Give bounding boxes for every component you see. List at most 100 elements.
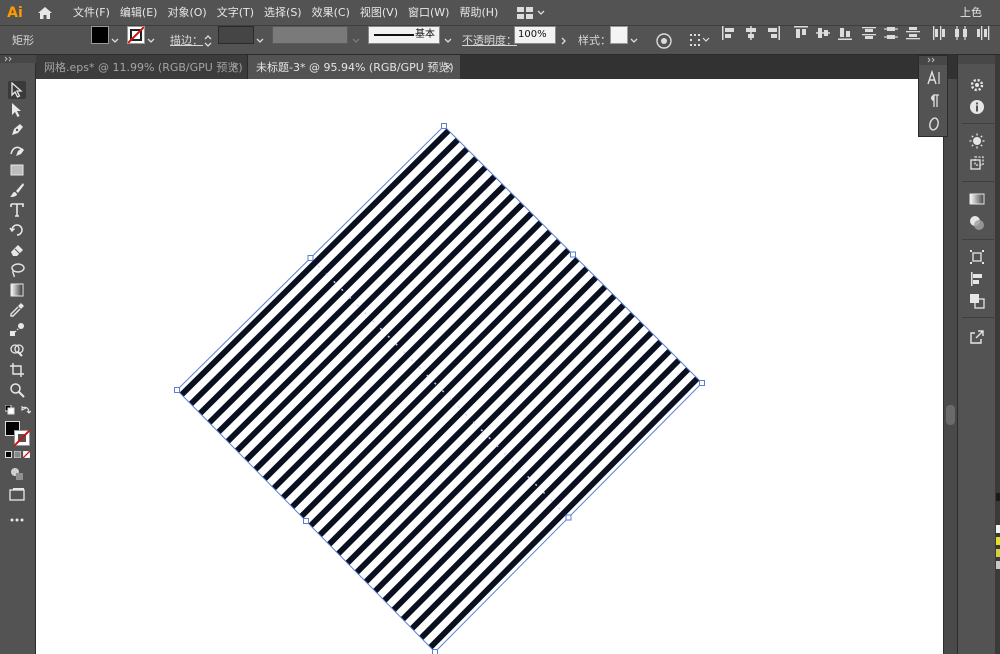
menu-window[interactable]: 窗口(W) — [403, 0, 454, 25]
transform-icon[interactable] — [967, 153, 987, 173]
type-tool[interactable] — [8, 201, 26, 219]
gradient-tool[interactable] — [8, 281, 26, 299]
workspace-switcher[interactable]: 上色 — [960, 0, 982, 25]
selection-handle[interactable] — [432, 649, 438, 654]
align-vertical-center-icon[interactable] — [816, 26, 830, 40]
none-button-icon[interactable] — [23, 451, 30, 458]
eyedropper-tool[interactable] — [8, 301, 26, 319]
screen-mode[interactable] — [8, 485, 26, 503]
pen-tool[interactable] — [8, 121, 26, 139]
artwork[interactable] — [36, 79, 943, 654]
menu-help[interactable]: 帮助(H) — [454, 0, 503, 25]
variable-width-dropdown[interactable] — [350, 26, 362, 55]
paintbrush-tool[interactable] — [8, 181, 26, 199]
tab-untitled-3[interactable]: 未标题-3* @ 95.94% (RGB/GPU 预览) × — [248, 55, 460, 79]
menu-select[interactable]: 选择(S) — [259, 0, 307, 25]
panel-grip[interactable] — [0, 55, 36, 63]
info-icon[interactable] — [967, 97, 987, 117]
align-panel-icon[interactable] — [967, 247, 987, 267]
recolor-artwork-icon[interactable] — [655, 32, 673, 50]
align-bottom-icon[interactable] — [838, 26, 852, 40]
selection-handle[interactable] — [303, 518, 309, 524]
rotate-tool[interactable] — [8, 221, 26, 239]
fill-stroke-swatch[interactable] — [5, 421, 31, 447]
scrollbar-thumb[interactable] — [946, 405, 955, 425]
align-left-icon[interactable] — [722, 26, 736, 40]
appearance-icon[interactable] — [967, 131, 987, 151]
selection-handle[interactable] — [570, 251, 576, 258]
menu-object[interactable]: 对象(O) — [162, 0, 211, 25]
layers-icon[interactable] — [967, 269, 987, 289]
home-icon[interactable] — [32, 0, 58, 25]
brush-dropdown[interactable] — [442, 26, 454, 55]
close-icon[interactable]: × — [442, 60, 454, 73]
selection-handle[interactable] — [699, 380, 705, 386]
opacity-input[interactable]: 100% — [514, 26, 556, 44]
selection-bounding-box[interactable] — [174, 123, 705, 654]
distribute-horizontal-center-icon[interactable] — [954, 26, 968, 40]
stroke-weight-stepper[interactable] — [203, 33, 215, 49]
character-icon[interactable] — [924, 68, 944, 88]
distribute-left-icon[interactable] — [932, 26, 946, 40]
stroke-dropdown[interactable] — [145, 26, 157, 55]
pathfinder-icon[interactable] — [967, 291, 987, 311]
color-button[interactable] — [5, 451, 12, 458]
selection-tool[interactable] — [8, 81, 26, 99]
blend-tool[interactable] — [8, 321, 26, 339]
menu-file[interactable]: 文件(F) — [68, 0, 115, 25]
menu-edit[interactable]: 编辑(E) — [115, 0, 163, 25]
opacity-flyout[interactable] — [558, 26, 570, 55]
stroke-weight-dropdown[interactable] — [254, 26, 266, 55]
selection-outline[interactable] — [176, 125, 703, 653]
distribute-vertical-center-icon[interactable] — [884, 26, 898, 40]
tab-grid-eps[interactable]: 网格.eps* @ 11.99% (RGB/GPU 预览) × — [36, 55, 248, 79]
distribute-bottom-icon[interactable] — [906, 26, 920, 40]
menu-effect[interactable]: 效果(C) — [307, 0, 355, 25]
menu-type[interactable]: 文字(T) — [212, 0, 259, 25]
more-tools[interactable] — [8, 511, 26, 529]
opentype-icon[interactable] — [924, 114, 944, 134]
eraser-tool[interactable] — [8, 241, 26, 259]
stroke-none-icon[interactable] — [14, 430, 30, 446]
fill-swatch[interactable] — [91, 26, 109, 44]
align-right-icon[interactable] — [766, 26, 780, 40]
direct-selection-tool[interactable] — [8, 101, 26, 119]
transparency-icon[interactable] — [967, 213, 987, 233]
selection-handle[interactable] — [441, 123, 447, 129]
distribute-right-icon[interactable] — [976, 26, 990, 40]
gradient-panel-icon[interactable] — [967, 189, 987, 209]
striped-square-group[interactable] — [179, 128, 700, 650]
align-horizontal-center-icon[interactable] — [744, 26, 758, 40]
selection-handle[interactable] — [565, 514, 572, 521]
paragraph-icon[interactable] — [924, 91, 944, 111]
selection-handle[interactable] — [307, 255, 314, 261]
opacity-label[interactable]: 不透明度： — [462, 26, 517, 55]
gradient-button-icon[interactable] — [14, 451, 21, 458]
menu-view[interactable]: 视图(V) — [355, 0, 403, 25]
default-swap-fill-stroke[interactable] — [5, 405, 31, 417]
panel-grip[interactable] — [958, 55, 1000, 64]
brush-definition[interactable]: 基本 — [368, 26, 440, 44]
collapsed-panel-edge[interactable] — [995, 55, 1000, 654]
arrange-documents-button[interactable] — [517, 6, 545, 19]
shape-builder-tool[interactable] — [8, 341, 26, 359]
selection-handle[interactable] — [174, 387, 180, 393]
export-icon[interactable] — [967, 327, 987, 347]
stroke-weight-input[interactable] — [218, 26, 254, 44]
vertical-scrollbar[interactable] — [943, 79, 957, 654]
panel-grip[interactable] — [919, 56, 947, 65]
artboard-tool[interactable] — [8, 361, 26, 379]
distribute-top-icon[interactable] — [862, 26, 876, 40]
graphic-style-dropdown[interactable] — [628, 26, 640, 55]
graphic-style-swatch[interactable] — [610, 26, 628, 44]
rectangle-tool[interactable] — [8, 161, 26, 179]
align-to-selection-icon[interactable] — [690, 33, 710, 47]
fill-dropdown[interactable] — [109, 26, 121, 55]
draw-mode[interactable] — [8, 465, 26, 483]
align-top-icon[interactable] — [794, 26, 808, 40]
color-mode-buttons[interactable] — [5, 451, 31, 460]
artboard-canvas[interactable] — [36, 79, 943, 654]
close-icon[interactable]: × — [229, 60, 241, 73]
curvature-tool[interactable] — [8, 141, 26, 159]
stroke-swatch[interactable] — [127, 26, 145, 44]
